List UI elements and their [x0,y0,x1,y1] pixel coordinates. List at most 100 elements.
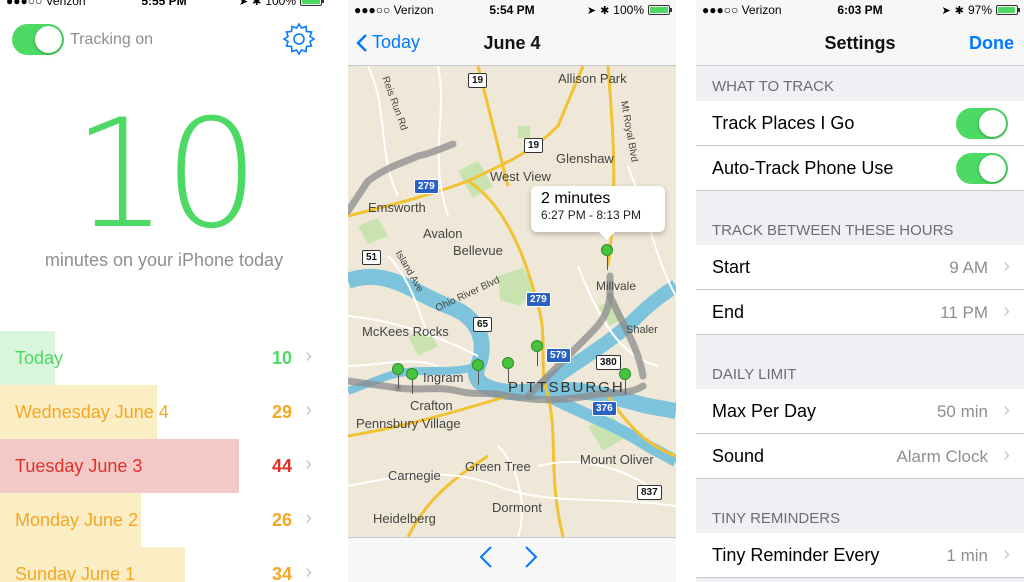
chevron-right-icon: › [305,399,312,421]
map-label: Dormont [492,500,542,515]
day-minutes: 26 [271,510,292,530]
day-label: Wednesday June 4 [15,402,169,422]
map-label: Green Tree [465,459,531,474]
map-label: Heidelberg [373,511,436,526]
day-minutes: 10 [271,348,292,368]
day-label: Tuesday June 3 [15,456,143,476]
map-view[interactable]: Allison Park Glenshaw West View Emsworth… [348,66,676,537]
location-pin[interactable] [392,363,404,389]
city-label: PITTSBURGH [508,379,625,396]
start-time-row[interactable]: Start 9 AM › [696,245,1024,290]
map-label: Ingram [423,370,464,385]
day-minutes: 44 [271,456,292,476]
status-bar: ●●●○○ Verizon 6:03 PM ➤ ✱ 97% [696,0,1024,20]
route-shield: 65 [473,317,493,332]
location-pin[interactable] [472,359,484,385]
sound-value: Alarm Clock [896,447,988,466]
gear-icon[interactable] [282,22,316,56]
section-header-what-to-track: WHAT TO TRACK [712,78,834,95]
max-per-day-value: 50 min [936,402,988,421]
callout-title: 2 minutes [541,190,611,207]
minutes-today-value: 10 [72,88,260,262]
map-label: Bellevue [453,243,503,258]
route-shield: 380 [596,355,621,370]
map-label: Allison Park [558,71,627,86]
sound-row[interactable]: Sound Alarm Clock › [696,434,1024,479]
tracking-toggle[interactable] [12,24,64,55]
location-pin[interactable] [601,244,613,270]
battery-icon [996,5,1020,15]
map-label: Shaler [626,324,658,336]
interstate-shield: 579 [546,348,571,363]
done-button[interactable]: Done [969,33,1014,54]
battery-indicator: ➤ ✱ 100% [239,0,324,8]
map-label: Mount Oliver [580,452,654,467]
route-shield: 19 [468,73,488,88]
map-label: Carnegie [388,468,441,483]
location-pin[interactable] [531,340,543,366]
tracking-label: Tracking on [70,31,153,48]
map-label: Glenshaw [556,151,614,166]
day-row[interactable]: Sunday June 1 34 › [0,547,328,582]
track-places-row: Track Places I Go [696,101,1024,146]
map-label: Pennsbury Village [356,416,461,431]
interstate-shield: 376 [592,401,617,416]
start-label: Start [712,257,751,277]
chevron-right-icon: › [1003,255,1010,277]
day-map-screen: ●●●○○ Verizon 5:54 PM ➤ ✱ 100% Today Jun… [348,0,676,582]
location-icon: ➤ [941,4,951,17]
day-row[interactable]: Tuesday June 3 44 › [0,439,328,493]
day-row[interactable]: Wednesday June 4 29 › [0,385,328,439]
battery-percent: 97% [967,3,992,17]
section-header-track-hours: TRACK BETWEEN THESE HOURS [712,222,954,239]
tiny-reminder-label: Tiny Reminder Every [712,545,880,565]
battery-percent: 100% [265,0,296,8]
start-value: 9 AM [949,258,988,277]
day-row[interactable]: Monday June 2 26 › [0,493,328,547]
location-pin[interactable] [406,368,418,394]
map-label: McKees Rocks [362,324,449,339]
max-per-day-row[interactable]: Max Per Day 50 min › [696,389,1024,434]
end-time-row[interactable]: End 11 PM › [696,290,1024,335]
chevron-right-icon: › [305,561,312,582]
map-label: Avalon [423,226,463,241]
route-shield: 51 [362,250,382,265]
section-header-tiny-reminders: TINY REMINDERS [712,510,841,527]
day-label: Monday June 2 [15,510,139,530]
day-row[interactable]: Today 10 › [0,331,328,385]
location-pin[interactable] [619,368,631,394]
battery-indicator: ➤ ✱ 97% [941,3,1020,17]
callout-time-range: 6:27 PM - 8:13 PM [541,208,642,222]
status-bar: ●●●○○ Verizon 5:54 PM ➤ ✱ 100% [348,0,676,20]
bluetooth-icon: ✱ [600,4,610,17]
end-value: 11 PM [940,303,988,322]
chevron-right-icon: › [305,453,312,475]
track-places-toggle[interactable] [956,108,1008,139]
settings-screen: ●●●○○ Verizon 6:03 PM ➤ ✱ 97% Settings D… [696,0,1024,582]
status-bar: ●●●○○ Verizon 5:55 PM ➤ ✱ 100% [0,0,328,11]
bluetooth-icon: ✱ [954,4,964,17]
tiny-reminder-value: 1 min [946,546,988,565]
nav-bar: Today June 4 [348,20,676,66]
map-label: West View [490,169,551,184]
interstate-shield: 279 [526,292,551,307]
location-pin[interactable] [502,357,514,383]
auto-track-toggle[interactable] [956,153,1008,184]
chevron-right-icon: › [305,345,312,367]
chevron-right-icon: › [305,507,312,529]
previous-day-button[interactable] [479,544,493,576]
day-minutes: 29 [271,402,292,422]
auto-track-label: Auto-Track Phone Use [712,158,894,178]
chevron-right-icon: › [1003,543,1010,565]
page-title: June 4 [483,33,541,53]
day-label: Today [15,348,64,368]
chevron-right-icon: › [1003,444,1010,466]
location-callout[interactable]: 2 minutes 6:27 PM - 8:13 PM [531,186,665,240]
next-day-button[interactable] [524,544,538,576]
max-per-day-label: Max Per Day [712,401,817,421]
battery-icon [648,5,672,15]
battery-indicator: ➤ ✱ 100% [587,3,672,17]
tiny-reminder-row[interactable]: Tiny Reminder Every 1 min › [696,533,1024,578]
chevron-right-icon [525,546,538,568]
day-toolbar [348,537,676,582]
